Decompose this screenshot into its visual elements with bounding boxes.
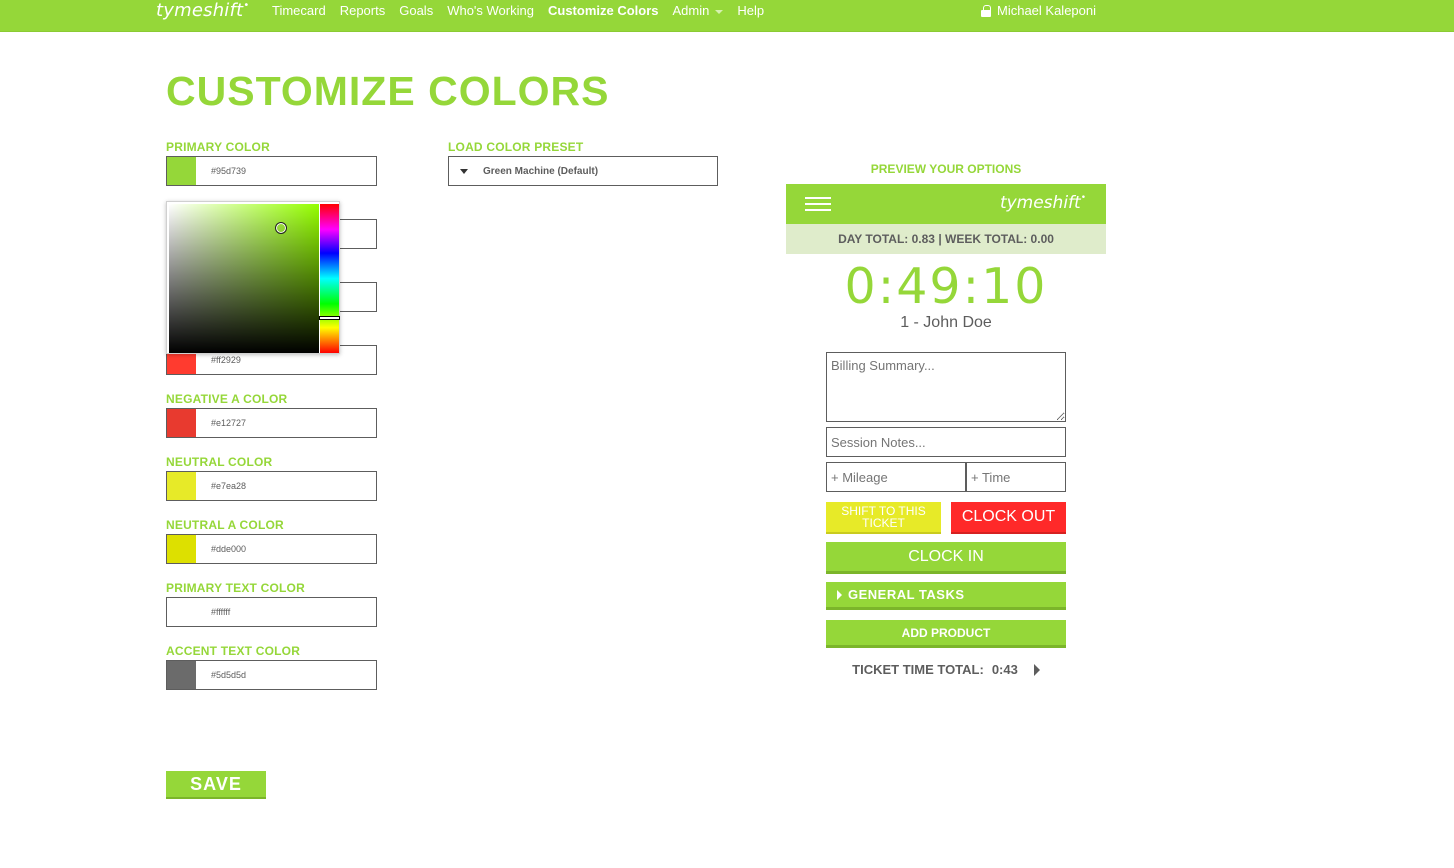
user-name: Michael Kaleponi bbox=[997, 3, 1097, 18]
neutral-color-field[interactable]: #e7ea28 bbox=[166, 471, 377, 501]
top-navigation-bar: tymeshift• Timecard Reports Goals Who's … bbox=[0, 0, 1454, 32]
shift-to-ticket-button[interactable]: SHIFT TO THIS TICKET bbox=[826, 502, 941, 534]
neutral-a-color-value[interactable]: #dde000 bbox=[196, 544, 246, 554]
nav-reports[interactable]: Reports bbox=[340, 4, 386, 18]
page-title: CUSTOMIZE COLORS bbox=[166, 68, 610, 114]
nav-timecard[interactable]: Timecard bbox=[272, 4, 326, 18]
neutral-color-label: NEUTRAL COLOR bbox=[166, 455, 273, 469]
time-input[interactable] bbox=[966, 462, 1066, 492]
color-preset-select[interactable]: Green Machine (Default) bbox=[448, 156, 718, 186]
accent-text-color-value[interactable]: #5d5d5d bbox=[196, 670, 246, 680]
next-triangle-icon[interactable] bbox=[1033, 663, 1040, 676]
clock-in-button[interactable]: CLOCK IN bbox=[826, 542, 1066, 574]
nav-customize-colors[interactable]: Customize Colors bbox=[548, 4, 659, 18]
negative-a-color-label: NEGATIVE A COLOR bbox=[166, 392, 288, 406]
color-saturation-area[interactable] bbox=[169, 204, 319, 353]
accent-text-color-field[interactable]: #5d5d5d bbox=[166, 660, 377, 690]
app-logo[interactable]: tymeshift• bbox=[156, 0, 249, 22]
primary-color-field[interactable]: #95d739 bbox=[166, 156, 377, 186]
hue-slider[interactable] bbox=[320, 204, 339, 353]
neutral-a-color-swatch[interactable] bbox=[167, 535, 196, 563]
negative-color-value[interactable]: #ff2929 bbox=[196, 355, 241, 365]
load-color-preset-label: LOAD COLOR PRESET bbox=[448, 140, 584, 154]
dropdown-triangle-icon bbox=[460, 168, 468, 174]
primary-text-color-field[interactable]: #ffffff bbox=[166, 597, 377, 627]
ticket-time-label: TICKET TIME TOTAL: bbox=[852, 662, 984, 677]
ticket-time-total: TICKET TIME TOTAL: 0:43 bbox=[786, 662, 1106, 677]
color-preset-value: Green Machine (Default) bbox=[483, 165, 599, 177]
preview-logo: tymeshift• bbox=[999, 193, 1086, 213]
negative-a-color-field[interactable]: #e12727 bbox=[166, 408, 377, 438]
primary-text-color-value[interactable]: #ffffff bbox=[196, 607, 230, 617]
lock-icon bbox=[981, 5, 991, 17]
save-button[interactable]: SAVE bbox=[166, 771, 266, 799]
accent-text-color-swatch[interactable] bbox=[167, 661, 196, 689]
accent-text-color-label: ACCENT TEXT COLOR bbox=[166, 644, 301, 658]
main-nav: Timecard Reports Goals Who's Working Cus… bbox=[272, 4, 778, 18]
neutral-color-swatch[interactable] bbox=[167, 472, 196, 500]
session-notes-input[interactable] bbox=[826, 427, 1066, 457]
nav-admin[interactable]: Admin bbox=[673, 4, 724, 18]
nav-admin-label: Admin bbox=[672, 3, 710, 18]
negative-a-color-swatch[interactable] bbox=[167, 409, 196, 437]
mileage-input[interactable] bbox=[826, 462, 966, 492]
negative-a-color-value[interactable]: #e12727 bbox=[196, 418, 246, 428]
general-tasks-label: GENERAL TASKS bbox=[848, 587, 965, 602]
general-tasks-button[interactable]: GENERAL TASKS bbox=[826, 582, 1066, 610]
expand-triangle-icon bbox=[837, 589, 842, 600]
preview-user: 1 - John Doe bbox=[900, 314, 992, 331]
preview-header: tymeshift• bbox=[786, 184, 1106, 224]
primary-color-label: PRIMARY COLOR bbox=[166, 140, 270, 154]
neutral-a-color-label: NEUTRAL A COLOR bbox=[166, 518, 284, 532]
nav-goals[interactable]: Goals bbox=[399, 4, 433, 18]
saturation-cursor[interactable] bbox=[275, 222, 287, 234]
preview-totals: DAY TOTAL: 0.83 | WEEK TOTAL: 0.00 bbox=[786, 224, 1106, 254]
clock-out-button[interactable]: CLOCK OUT bbox=[951, 502, 1066, 534]
hue-slider-handle[interactable] bbox=[319, 316, 340, 320]
chevron-down-icon bbox=[715, 9, 724, 14]
primary-color-swatch[interactable] bbox=[167, 157, 196, 185]
primary-text-color-label: PRIMARY TEXT COLOR bbox=[166, 581, 305, 595]
primary-color-value[interactable]: #95d739 bbox=[196, 166, 246, 176]
neutral-color-value[interactable]: #e7ea28 bbox=[196, 481, 246, 491]
nav-help[interactable]: Help bbox=[737, 4, 764, 18]
user-menu[interactable]: Michael Kaleponi bbox=[981, 4, 1096, 18]
ticket-time-value: 0:43 bbox=[991, 662, 1018, 677]
billing-summary-input[interactable] bbox=[826, 352, 1066, 422]
preview-title: PREVIEW YOUR OPTIONS bbox=[870, 162, 1022, 176]
nav-whos-working[interactable]: Who's Working bbox=[447, 4, 534, 18]
primary-text-color-swatch[interactable] bbox=[167, 598, 196, 626]
add-product-button[interactable]: ADD PRODUCT bbox=[826, 620, 1066, 648]
hamburger-menu-icon[interactable] bbox=[805, 197, 831, 212]
preview-clock: 0:49:10 bbox=[844, 258, 1048, 315]
neutral-a-color-field[interactable]: #dde000 bbox=[166, 534, 377, 564]
color-picker-popover bbox=[166, 201, 340, 354]
